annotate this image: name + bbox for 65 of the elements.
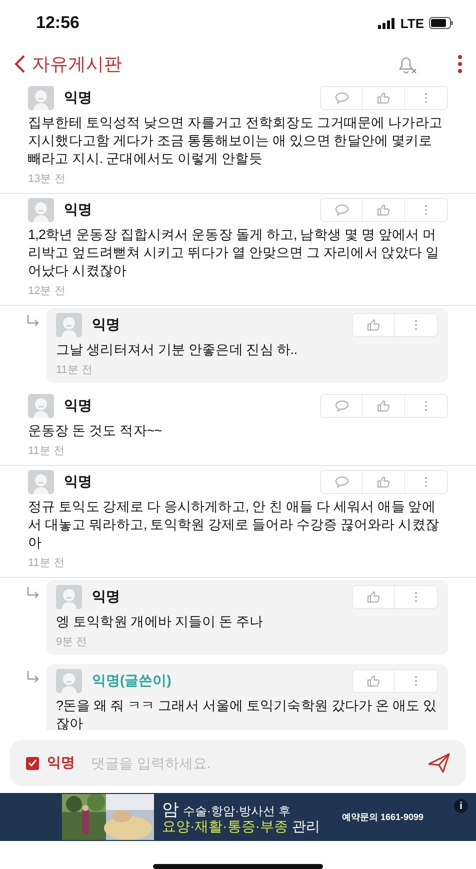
comment-text: 정규 토익도 강제로 다 응시하게하고, 안 친 애들 다 세워서 애들 앞에서 대놓고 뭐라하고, 토익학원 강제로 들어라 수강증 끊어와라 시켰잖아 bbox=[28, 498, 440, 552]
avatar-icon bbox=[28, 394, 54, 418]
ad-services: 요양·재활·통증·부종 bbox=[162, 818, 288, 834]
ad-info-button[interactable]: i bbox=[454, 799, 468, 813]
status-time: 12:56 bbox=[36, 13, 80, 33]
author-name: 익명 bbox=[92, 588, 121, 606]
ad-phone: 예약문의 1661-9099 bbox=[342, 810, 424, 824]
speech-bubble-icon bbox=[334, 400, 348, 412]
anonymous-label: 익명 bbox=[47, 754, 75, 772]
avatar-icon bbox=[28, 86, 54, 110]
author-name: 익명 bbox=[92, 316, 121, 334]
speech-bubble-icon bbox=[334, 92, 348, 104]
more-icon bbox=[424, 92, 428, 104]
comment-text: 운동장 돈 것도 적자~~ bbox=[28, 422, 163, 440]
comment-text: 집부한테 토익성적 낮으면 자를거고 전학회장도 그거때문에 나가라고 지시했다고함 게다가 조금 통통해보이는 애 있으면 한달안에 몇키로 빼라고 지시. 군대에서도 이렇게 안할듯 bbox=[28, 114, 444, 168]
comment-time: 12분 전 bbox=[28, 284, 66, 298]
more-menu-icon[interactable] bbox=[458, 55, 462, 73]
avatar-icon bbox=[56, 313, 82, 337]
thumbs-up-icon bbox=[367, 591, 380, 603]
more-icon bbox=[424, 400, 428, 412]
thumbs-up-icon bbox=[377, 92, 390, 104]
comment-text: 그날 생리터져서 기분 안좋은데 진심 하.. bbox=[56, 341, 298, 359]
comment-time: 11분 전 bbox=[28, 556, 66, 570]
thumbs-up-icon bbox=[377, 400, 390, 412]
more-icon bbox=[414, 591, 418, 603]
network-label: LTE bbox=[400, 16, 424, 30]
send-icon[interactable] bbox=[428, 753, 450, 773]
thumbs-up-icon bbox=[377, 204, 390, 216]
avatar-icon bbox=[56, 585, 82, 609]
thumbs-up-icon bbox=[367, 319, 380, 331]
author-name: 익명(글쓴이) bbox=[92, 672, 172, 690]
reply-arrow-icon bbox=[26, 586, 40, 600]
speech-bubble-icon bbox=[334, 476, 348, 488]
more-icon bbox=[414, 675, 418, 687]
ad-services-suffix: 관리 bbox=[292, 818, 320, 834]
board-title: 자유게시판 bbox=[32, 53, 123, 76]
ad-headline-lead: 암 bbox=[162, 800, 179, 819]
author-name: 익명 bbox=[64, 397, 93, 415]
back-icon[interactable] bbox=[14, 54, 26, 74]
battery-icon bbox=[429, 17, 454, 29]
comment-text: ?돈을 왜 줘 ㅋㅋ 그래서 서울에 토익기숙학원 갔다가 온 애도 있잖아 bbox=[56, 697, 438, 730]
more-icon bbox=[424, 476, 428, 488]
comment-time: 13분 전 bbox=[28, 172, 66, 186]
author-name: 익명 bbox=[64, 473, 93, 491]
thumbs-up-icon bbox=[377, 476, 390, 488]
comment-time: 11분 전 bbox=[28, 444, 66, 458]
comment-time: 11분 전 bbox=[56, 363, 94, 377]
speech-bubble-icon bbox=[334, 204, 348, 216]
ad-banner[interactable]: 암 수술·항암·방사선 후 요양·재활·통증·부종 관리 예약문의 1661-9099 i bbox=[0, 793, 476, 841]
reply-arrow-icon bbox=[26, 670, 40, 684]
avatar-icon bbox=[56, 669, 82, 693]
more-icon bbox=[414, 319, 418, 331]
reply-arrow-icon bbox=[26, 314, 40, 328]
thumbs-up-icon bbox=[367, 675, 380, 687]
comment-text: 엥 토익학원 개에바 지들이 돈 주나 bbox=[56, 613, 264, 631]
author-name: 익명 bbox=[64, 201, 93, 219]
author-name: 익명 bbox=[64, 89, 93, 107]
ad-headline: 수술·항암·방사선 후 bbox=[183, 804, 290, 818]
comment-time: 9분 전 bbox=[56, 635, 88, 649]
signal-icon bbox=[378, 18, 396, 28]
avatar-icon bbox=[28, 198, 54, 222]
anonymous-checkbox[interactable] bbox=[26, 756, 39, 770]
avatar-icon bbox=[28, 470, 54, 494]
more-icon bbox=[424, 204, 428, 216]
comment-text: 1,2학년 운동장 집합시켜서 운동장 돌게 하고, 남학생 몇 명 앞에서 머리박고 엎드려뻗쳐 시키고 뛰다가 열 안맞으면 그 자리에서 앉았다 일어났다 시켰잖아 bbox=[28, 226, 440, 280]
